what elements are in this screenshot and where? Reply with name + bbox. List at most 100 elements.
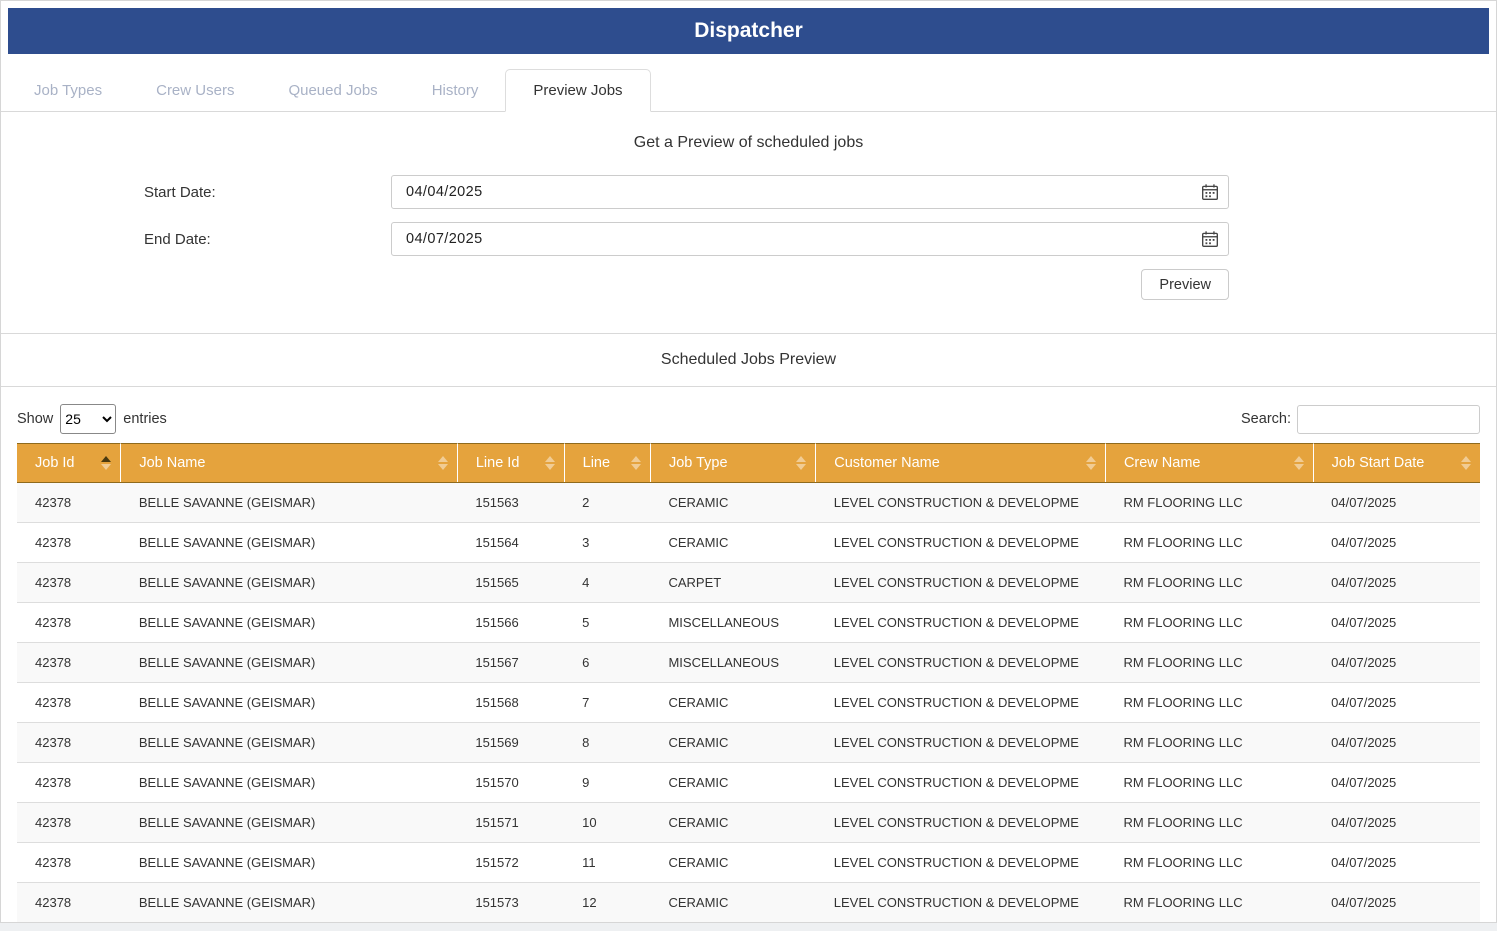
cell-line-id: 151569 bbox=[457, 723, 564, 763]
sort-both-icon bbox=[1086, 456, 1096, 470]
table-row[interactable]: 42378BELLE SAVANNE (GEISMAR)1515665MISCE… bbox=[17, 603, 1480, 643]
cell-job-id: 42378 bbox=[17, 523, 121, 563]
column-header-crew-name[interactable]: Crew Name bbox=[1105, 444, 1313, 483]
column-header-line[interactable]: Line bbox=[564, 444, 650, 483]
end-date-input[interactable] bbox=[391, 222, 1229, 256]
search-input[interactable] bbox=[1297, 405, 1480, 434]
tab-bar: Job TypesCrew UsersQueued JobsHistoryPre… bbox=[1, 69, 1496, 112]
sort-down-arrow-icon bbox=[1086, 464, 1096, 470]
cell-customer-name: LEVEL CONSTRUCTION & DEVELOPME bbox=[816, 763, 1106, 803]
column-header-job-id[interactable]: Job Id bbox=[17, 444, 121, 483]
table-heading-bar: Scheduled Jobs Preview bbox=[1, 334, 1496, 387]
cell-job-start-date: 04/07/2025 bbox=[1313, 603, 1480, 643]
sort-both-icon bbox=[545, 456, 555, 470]
column-header-job-start-date[interactable]: Job Start Date bbox=[1313, 444, 1480, 483]
tab-queued-jobs[interactable]: Queued Jobs bbox=[261, 70, 404, 111]
tab-job-types[interactable]: Job Types bbox=[7, 70, 129, 111]
cell-crew-name: RM FLOORING LLC bbox=[1105, 523, 1313, 563]
end-date-row: End Date: bbox=[144, 222, 1496, 256]
column-header-job-type[interactable]: Job Type bbox=[650, 444, 815, 483]
sort-down-arrow-icon bbox=[545, 464, 555, 470]
cell-line-id: 151568 bbox=[457, 683, 564, 723]
table-row[interactable]: 42378BELLE SAVANNE (GEISMAR)1515698CERAM… bbox=[17, 723, 1480, 763]
scheduled-jobs-table: Job Id Job Name Line Id LineJob TypeCustome… bbox=[17, 443, 1480, 923]
cell-job-start-date: 04/07/2025 bbox=[1313, 643, 1480, 683]
cell-job-name: BELLE SAVANNE (GEISMAR) bbox=[121, 483, 457, 523]
cell-customer-name: LEVEL CONSTRUCTION & DEVELOPME bbox=[816, 883, 1106, 923]
tab-preview-jobs[interactable]: Preview Jobs bbox=[505, 69, 650, 112]
cell-line: 8 bbox=[564, 723, 650, 763]
start-date-input[interactable] bbox=[391, 175, 1229, 209]
cell-line: 11 bbox=[564, 843, 650, 883]
sort-down-arrow-icon bbox=[631, 464, 641, 470]
cell-job-type: MISCELLANEOUS bbox=[650, 643, 815, 683]
cell-customer-name: LEVEL CONSTRUCTION & DEVELOPME bbox=[816, 643, 1106, 683]
column-label: Job Id bbox=[35, 455, 75, 471]
app-titlebar: Dispatcher bbox=[8, 8, 1489, 54]
cell-job-id: 42378 bbox=[17, 803, 121, 843]
calendar-icon[interactable] bbox=[1201, 230, 1219, 248]
cell-line: 12 bbox=[564, 883, 650, 923]
column-header-customer-name[interactable]: Customer Name bbox=[816, 444, 1106, 483]
cell-customer-name: LEVEL CONSTRUCTION & DEVELOPME bbox=[816, 603, 1106, 643]
tab-history[interactable]: History bbox=[405, 70, 506, 111]
cell-job-start-date: 04/07/2025 bbox=[1313, 523, 1480, 563]
column-header-line-id[interactable]: Line Id bbox=[457, 444, 564, 483]
cell-job-start-date: 04/07/2025 bbox=[1313, 683, 1480, 723]
sort-down-arrow-icon bbox=[101, 464, 111, 470]
table-row[interactable]: 42378BELLE SAVANNE (GEISMAR)1515709CERAM… bbox=[17, 763, 1480, 803]
cell-customer-name: LEVEL CONSTRUCTION & DEVELOPME bbox=[816, 483, 1106, 523]
calendar-icon[interactable] bbox=[1201, 183, 1219, 201]
cell-job-name: BELLE SAVANNE (GEISMAR) bbox=[121, 723, 457, 763]
table-row[interactable]: 42378BELLE SAVANNE (GEISMAR)1515643CERAM… bbox=[17, 523, 1480, 563]
search-control: Search: bbox=[1241, 405, 1480, 434]
table-row[interactable]: 42378BELLE SAVANNE (GEISMAR)15157312CERA… bbox=[17, 883, 1480, 923]
sort-both-icon bbox=[1294, 456, 1304, 470]
column-header-job-name[interactable]: Job Name bbox=[121, 444, 457, 483]
cell-job-type: MISCELLANEOUS bbox=[650, 603, 815, 643]
table-row[interactable]: 42378BELLE SAVANNE (GEISMAR)1515632CERAM… bbox=[17, 483, 1480, 523]
cell-line-id: 151563 bbox=[457, 483, 564, 523]
form-actions: Preview bbox=[144, 269, 1229, 300]
start-date-label: Start Date: bbox=[144, 184, 391, 201]
entries-label: entries bbox=[123, 411, 167, 427]
cell-job-id: 42378 bbox=[17, 603, 121, 643]
table-row[interactable]: 42378BELLE SAVANNE (GEISMAR)1515687CERAM… bbox=[17, 683, 1480, 723]
table-row[interactable]: 42378BELLE SAVANNE (GEISMAR)1515654CARPE… bbox=[17, 563, 1480, 603]
cell-job-name: BELLE SAVANNE (GEISMAR) bbox=[121, 803, 457, 843]
column-label: Crew Name bbox=[1124, 455, 1201, 471]
show-label: Show bbox=[17, 411, 53, 427]
cell-customer-name: LEVEL CONSTRUCTION & DEVELOPME bbox=[816, 563, 1106, 603]
page-size-select[interactable]: 25 bbox=[60, 404, 116, 434]
cell-line: 4 bbox=[564, 563, 650, 603]
cell-line-id: 151573 bbox=[457, 883, 564, 923]
cell-crew-name: RM FLOORING LLC bbox=[1105, 763, 1313, 803]
cell-crew-name: RM FLOORING LLC bbox=[1105, 843, 1313, 883]
page-title: Dispatcher bbox=[694, 19, 803, 43]
sort-both-icon bbox=[438, 456, 448, 470]
cell-job-type: CERAMIC bbox=[650, 803, 815, 843]
sort-both-icon bbox=[1461, 456, 1471, 470]
cell-job-name: BELLE SAVANNE (GEISMAR) bbox=[121, 843, 457, 883]
start-date-field bbox=[391, 175, 1229, 209]
start-date-row: Start Date: bbox=[144, 175, 1496, 209]
cell-line: 2 bbox=[564, 483, 650, 523]
table-row[interactable]: 42378BELLE SAVANNE (GEISMAR)1515676MISCE… bbox=[17, 643, 1480, 683]
cell-customer-name: LEVEL CONSTRUCTION & DEVELOPME bbox=[816, 683, 1106, 723]
table-row[interactable]: 42378BELLE SAVANNE (GEISMAR)15157211CERA… bbox=[17, 843, 1480, 883]
cell-customer-name: LEVEL CONSTRUCTION & DEVELOPME bbox=[816, 523, 1106, 563]
sort-up-arrow-icon bbox=[631, 456, 641, 462]
cell-line: 3 bbox=[564, 523, 650, 563]
cell-crew-name: RM FLOORING LLC bbox=[1105, 803, 1313, 843]
sort-up-arrow-icon bbox=[1086, 456, 1096, 462]
preview-button[interactable]: Preview bbox=[1141, 269, 1229, 300]
end-date-label: End Date: bbox=[144, 231, 391, 248]
tab-crew-users[interactable]: Crew Users bbox=[129, 70, 261, 111]
column-label: Line Id bbox=[476, 455, 520, 471]
dispatcher-app: Dispatcher Job TypesCrew UsersQueued Job… bbox=[0, 0, 1497, 923]
sort-up-arrow-icon bbox=[545, 456, 555, 462]
cell-job-name: BELLE SAVANNE (GEISMAR) bbox=[121, 523, 457, 563]
sort-down-arrow-icon bbox=[438, 464, 448, 470]
table-row[interactable]: 42378BELLE SAVANNE (GEISMAR)15157110CERA… bbox=[17, 803, 1480, 843]
sort-down-arrow-icon bbox=[796, 464, 806, 470]
